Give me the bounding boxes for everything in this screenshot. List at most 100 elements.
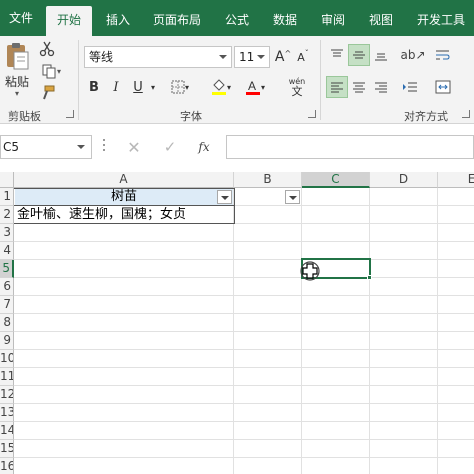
orientation-icon: ab↗: [400, 48, 426, 62]
fill-handle[interactable]: [367, 275, 372, 280]
table-border-mid: [14, 205, 235, 206]
row-header[interactable]: 3: [0, 224, 14, 242]
filter-dropdown-a1[interactable]: [217, 190, 232, 204]
borders-button[interactable]: ▾: [166, 76, 194, 98]
row-header[interactable]: 13: [0, 404, 14, 422]
tab-data[interactable]: 数据: [264, 6, 306, 36]
gridline: [14, 385, 474, 386]
borders-icon: [171, 80, 185, 94]
column-header-e[interactable]: E: [438, 172, 474, 188]
row-header[interactable]: 10: [0, 350, 14, 368]
close-icon: ✕: [127, 137, 141, 157]
italic-button[interactable]: I: [106, 76, 126, 98]
font-size-select[interactable]: 11: [234, 46, 270, 68]
formula-input[interactable]: [226, 135, 474, 159]
worksheet-grid[interactable]: A B C D E 1 2 3 4 5 6 7 8 9 10 11 12 13 …: [0, 172, 474, 474]
tab-insert[interactable]: 插入: [96, 6, 140, 36]
underline-dropdown-icon[interactable]: ▾: [148, 76, 158, 98]
tab-home[interactable]: 开始: [46, 6, 92, 36]
font-color-button[interactable]: A ▾: [240, 76, 270, 98]
chevron-down-icon: [77, 145, 85, 149]
filter-dropdown-b1[interactable]: [285, 190, 300, 204]
row-header[interactable]: 15: [0, 440, 14, 458]
tab-developer[interactable]: 开发工具: [408, 6, 474, 36]
clipboard-paste-icon: [7, 42, 29, 69]
fx-icon: fx: [198, 140, 210, 154]
svg-text:A: A: [248, 79, 256, 93]
separator: [320, 40, 321, 120]
font-group-label: 字体: [180, 110, 202, 123]
copy-icon: [42, 64, 56, 79]
wrap-text-button[interactable]: [432, 44, 454, 66]
copy-dropdown-icon[interactable]: ▾: [57, 67, 61, 76]
copy-button[interactable]: ▾: [36, 62, 66, 80]
gridline: [233, 188, 234, 474]
row-header[interactable]: 16: [0, 458, 14, 474]
paste-dropdown-icon[interactable]: ▾: [15, 89, 19, 98]
enter-button[interactable]: ✓: [158, 135, 182, 159]
column-header-a[interactable]: A: [14, 172, 234, 188]
alignment-launcher-icon[interactable]: [462, 110, 470, 118]
align-center-button[interactable]: [348, 76, 370, 98]
row-header[interactable]: 2: [0, 206, 14, 224]
paste-button[interactable]: 粘贴 ▾: [2, 40, 32, 98]
ribbon-home: 粘贴 ▾ ▾ 剪贴板 等线 11 A ^ Aˇ B I U ▾ ▾ ▾ A ▾ …: [0, 36, 474, 124]
indent-button[interactable]: [398, 76, 422, 98]
merge-cells-icon: [435, 80, 451, 94]
align-center-icon: [353, 82, 365, 93]
check-icon: ✓: [163, 138, 177, 156]
align-top-icon: [331, 49, 343, 57]
row-header[interactable]: 12: [0, 386, 14, 404]
bold-button[interactable]: B: [84, 76, 104, 98]
gridline: [14, 331, 474, 332]
tab-formulas[interactable]: 公式: [216, 6, 258, 36]
gridline: [301, 188, 302, 474]
tab-view[interactable]: 视图: [360, 6, 402, 36]
row-header[interactable]: 4: [0, 242, 14, 260]
select-all-corner[interactable]: [0, 172, 14, 188]
align-left-button[interactable]: [326, 76, 348, 98]
wrap-text-icon: [436, 50, 450, 60]
decrease-font-button[interactable]: Aˇ: [294, 46, 312, 68]
cell-a1[interactable]: 树苗: [14, 189, 234, 205]
phonetic-button[interactable]: wén 文: [282, 74, 312, 100]
tab-review[interactable]: 审阅: [312, 6, 354, 36]
row-header-selected[interactable]: 5: [0, 260, 14, 278]
tab-file[interactable]: 文件: [0, 0, 42, 36]
cell-a2[interactable]: 金叶榆、速生柳，国槐；女贞: [17, 207, 233, 223]
formula-bar-grip-icon[interactable]: [103, 139, 106, 155]
row-header[interactable]: 1: [0, 188, 14, 206]
formula-controls: ✕ ✓ fx: [118, 135, 220, 159]
row-header[interactable]: 14: [0, 422, 14, 440]
format-painter-button[interactable]: [36, 84, 58, 102]
fill-color-button[interactable]: ▾: [206, 76, 236, 98]
row-header[interactable]: 11: [0, 368, 14, 386]
font-launcher-icon[interactable]: [308, 110, 316, 118]
row-header[interactable]: 7: [0, 296, 14, 314]
align-bottom-button[interactable]: [370, 44, 392, 66]
column-header-b[interactable]: B: [234, 172, 302, 188]
column-header-c[interactable]: C: [302, 172, 370, 188]
gridline: [14, 313, 474, 314]
paste-label: 粘贴: [4, 74, 29, 89]
scissors-icon: [39, 41, 55, 57]
row-header[interactable]: 9: [0, 332, 14, 350]
cut-button[interactable]: [36, 40, 58, 58]
tab-page-layout[interactable]: 页面布局: [144, 6, 210, 36]
align-middle-button[interactable]: [348, 44, 370, 66]
merge-center-button[interactable]: [428, 76, 458, 98]
insert-function-button[interactable]: fx: [192, 135, 216, 159]
font-name-select[interactable]: 等线: [84, 46, 232, 68]
orientation-button[interactable]: ab↗: [398, 44, 428, 66]
align-top-button[interactable]: [326, 44, 348, 66]
increase-font-button[interactable]: A ^: [274, 46, 292, 68]
clipboard-launcher-icon[interactable]: [66, 110, 74, 118]
row-header[interactable]: 6: [0, 278, 14, 296]
cancel-button[interactable]: ✕: [122, 135, 146, 159]
underline-button[interactable]: U: [128, 76, 148, 98]
name-box[interactable]: C5: [0, 135, 92, 159]
align-right-button[interactable]: [370, 76, 392, 98]
phonetic-icon: 文: [291, 84, 303, 98]
row-header[interactable]: 8: [0, 314, 14, 332]
column-header-d[interactable]: D: [370, 172, 438, 188]
